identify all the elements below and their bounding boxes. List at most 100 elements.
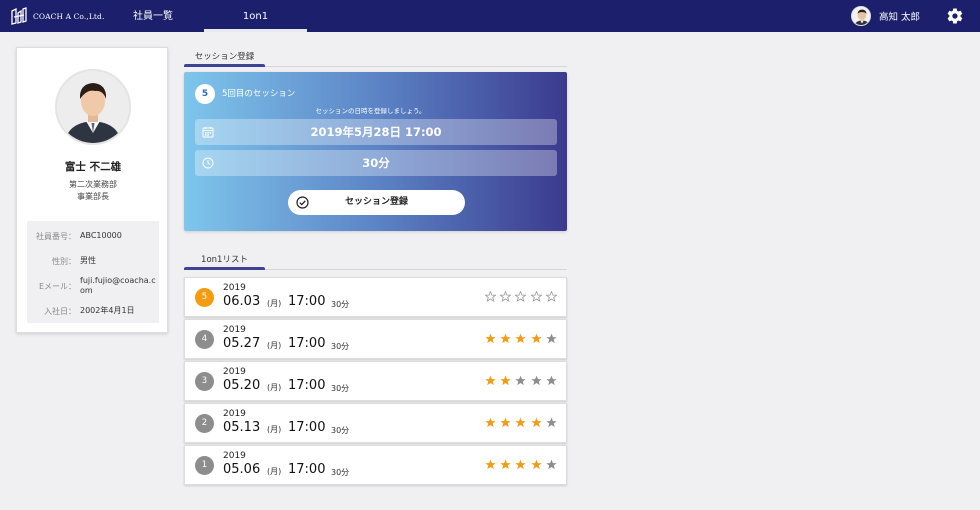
session-year: 2019 [223,325,246,335]
star-icon[interactable] [485,375,496,386]
star-icon[interactable] [515,459,526,470]
session-number-badge: 1 [195,456,214,475]
session-weekday: (月) [267,425,282,434]
list-item[interactable]: 2 2019 05.13 (月) 17:00 30分 [184,403,567,443]
star-icon[interactable] [515,333,526,344]
session-weekday: (月) [267,341,282,350]
section-underline [184,267,265,270]
list-item[interactable]: 3 2019 05.20 (月) 17:00 30分 [184,361,567,401]
profile-avatar [55,69,131,145]
star-icon[interactable] [515,375,526,386]
session-weekday: (月) [267,383,282,392]
session-section-header: セッション登録 [184,47,567,67]
session-year: 2019 [223,367,246,377]
session-time: 17:00 [288,336,326,351]
user-name: 高知 太郎 [879,12,921,23]
session-title: 5回目のセッション [222,89,296,99]
section-underline [184,64,265,67]
star-icon[interactable] [485,333,496,344]
list-section-header: 1on1リスト [184,250,567,270]
session-number-badge: 4 [195,330,214,349]
star-icon[interactable] [530,291,542,302]
star-icon[interactable] [515,417,526,428]
session-duration: 30分 [331,300,350,309]
star-icon[interactable] [485,291,496,302]
session-duration: 30分 [331,426,350,435]
session-date: 05.13 [223,420,261,435]
session-year: 2019 [223,283,246,293]
profile-name: 富士 不二雄 [64,161,122,173]
star-icon[interactable] [500,459,511,470]
list-item[interactable]: 1 2019 05.06 (月) 17:00 30分 [184,445,567,485]
star-icon[interactable] [530,333,542,344]
star-icon[interactable] [500,333,511,344]
session-duration: 30分 [331,384,350,393]
session-duration-field[interactable]: 30分 [195,150,557,176]
session-duration: 30分 [331,342,350,351]
session-time: 17:00 [288,294,326,309]
top-nav: COACH A Co.,Ltd. 社員一覧 1on1 高知 太郎 [0,0,980,32]
info-value[interactable]: fuji.fujio@coacha.com [80,276,156,296]
logo-mark-icon [11,7,27,25]
session-weekday: (月) [267,299,282,308]
session-time: 17:00 [288,462,326,477]
profile-department: 第二次業務部 [69,180,117,189]
session-hint: セッションの日時を登録しましょう。 [315,107,426,115]
session-number-badge: 5 [195,288,214,307]
star-icon[interactable] [530,459,542,470]
rating-stars [485,459,561,473]
company-logo[interactable]: COACH A Co.,Ltd. [10,7,104,25]
logo-text: COACH A Co.,Ltd. [33,11,105,21]
list-item[interactable]: 4 2019 05.27 (月) 17:00 30分 [184,319,567,359]
rating-stars [485,333,561,347]
star-icon[interactable] [515,291,527,302]
info-value: ABC10000 [80,231,122,240]
session-date: 05.06 [223,462,261,477]
session-time: 17:00 [288,378,326,393]
session-duration: 30分 [331,468,350,477]
session-datetime-value: 2019年5月28日 17:00 [310,125,442,139]
star-icon[interactable] [500,375,511,386]
user-avatar [851,6,871,26]
session-number-badge: 5 [195,84,215,104]
session-date: 06.03 [223,294,261,309]
info-key: 性別： [52,257,76,266]
star-icon[interactable] [545,291,557,302]
session-year: 2019 [223,409,246,419]
star-icon[interactable] [485,417,496,428]
star-icon[interactable] [530,417,542,428]
user-menu[interactable]: 高知 太郎 [851,6,920,26]
star-icon[interactable] [546,333,557,344]
star-icon[interactable] [530,375,542,386]
session-weekday: (月) [267,467,282,476]
star-icon[interactable] [500,417,511,428]
register-button-label: セッション登録 [344,197,408,207]
star-icon[interactable] [485,459,496,470]
info-key: 入社日： [44,307,76,316]
gear-icon[interactable] [946,7,964,25]
rating-stars [485,417,561,431]
info-value: 2002年4月1日 [80,306,135,315]
tab-employee-list[interactable]: 社員一覧 [118,0,188,32]
profile-photo-icon [57,71,129,143]
session-year: 2019 [223,451,246,461]
star-icon[interactable] [546,459,557,470]
star-icon[interactable] [500,291,512,302]
session-number-badge: 2 [195,414,214,433]
rating-stars [485,375,561,389]
rating-stars [485,291,561,305]
tab-1on1[interactable]: 1on1 [204,0,307,32]
section-label: 1on1リスト [201,255,248,265]
info-value: 男性 [80,256,96,265]
list-item[interactable]: 5 2019 06.03 (月) 17:00 30分 [184,277,567,317]
user-avatar-icon [852,7,870,25]
profile-card: 富士 不二雄 第二次業務部 事業部長 社員番号： ABC10000 性別： 男性… [16,47,168,333]
info-key: Eメール： [38,282,76,291]
star-icon[interactable] [546,375,557,386]
session-datetime-field[interactable]: 2019年5月28日 17:00 [195,119,557,145]
star-icon[interactable] [546,417,557,428]
session-number-badge: 3 [195,372,214,391]
session-register-button[interactable]: セッション登録 [288,190,465,215]
section-label: セッション登録 [194,52,255,62]
profile-role: 事業部長 [77,192,109,201]
